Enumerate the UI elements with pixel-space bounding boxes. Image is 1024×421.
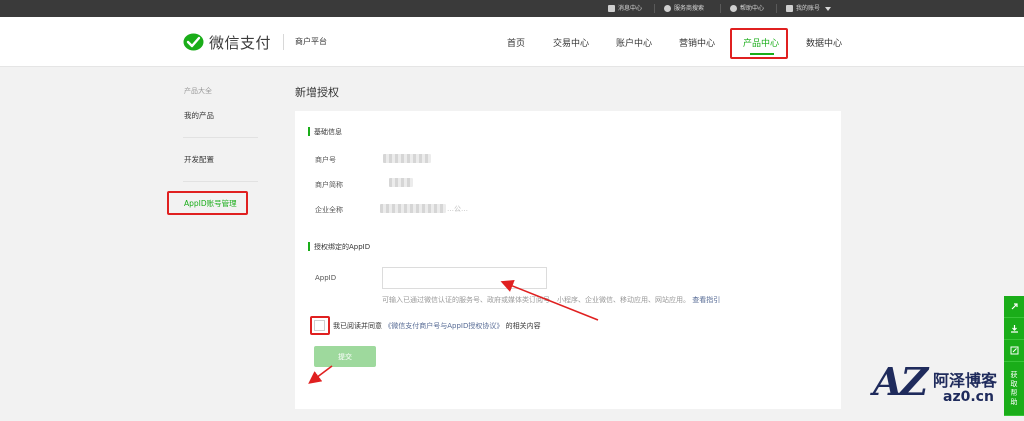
topbar-divider xyxy=(654,4,655,13)
sidebar-title: 产品大全 xyxy=(184,87,212,95)
wechat-pay-icon xyxy=(183,33,204,51)
topbar-help-label: 帮助中心 xyxy=(740,5,765,12)
sidebar-item-my-products[interactable]: 我的产品 xyxy=(184,110,214,121)
download-icon xyxy=(1010,325,1018,333)
wechat-pay-logo[interactable]: 微信支付 xyxy=(183,32,271,53)
nav-data[interactable]: 数据中心 xyxy=(806,36,842,49)
nav-transactions[interactable]: 交易中心 xyxy=(553,36,589,49)
topbar-divider xyxy=(720,4,721,13)
topbar-provider-search[interactable]: 服务商搜索 xyxy=(664,0,704,17)
content-card xyxy=(295,111,841,409)
download-button[interactable] xyxy=(1004,318,1024,340)
watermark-name: 阿泽博客 xyxy=(933,371,998,390)
edit-button[interactable] xyxy=(1004,340,1024,362)
sidebar-item-dev-config[interactable]: 开发配置 xyxy=(184,154,214,165)
edit-icon xyxy=(1010,346,1018,355)
settings-icon xyxy=(664,5,671,12)
agreement-text: 我已阅读并同意 《微信支付商户号与AppID授权协议》 的相关内容 xyxy=(333,321,541,331)
field-label-merchant-short-name: 商户简称 xyxy=(315,181,343,189)
appid-input[interactable] xyxy=(382,267,547,289)
agreement-suffix: 的相关内容 xyxy=(505,322,541,330)
masked-value xyxy=(389,178,413,187)
mail-icon xyxy=(608,5,615,12)
topbar-help[interactable]: 帮助中心 xyxy=(730,0,764,17)
watermark: AZ 阿泽博客 az0.cn xyxy=(873,362,1013,412)
watermark-domain: az0.cn xyxy=(943,389,994,405)
field-label-merchant-id: 商户号 xyxy=(315,156,336,164)
platform-name: 商户平台 xyxy=(295,37,327,46)
topbar-account-label: 我的账号 xyxy=(796,5,821,12)
view-guide-link[interactable]: 查看指引 xyxy=(692,296,720,304)
chevron-down-icon xyxy=(825,6,832,11)
annotation-box-sidebar xyxy=(167,191,248,215)
nav-account[interactable]: 账户中心 xyxy=(616,36,652,49)
annotation-box-checkbox xyxy=(310,316,330,335)
appid-hint: 可输入已通过微信认证的服务号、政府或媒体类订阅号、小程序、企业微信、移动应用、网… xyxy=(382,295,720,305)
agreement-link[interactable]: 《微信支付商户号与AppID授权协议》 xyxy=(384,322,503,330)
agreement-prefix: 我已阅读并同意 xyxy=(333,322,382,330)
watermark-mark: AZ xyxy=(873,359,928,404)
masked-value xyxy=(383,154,431,163)
help-icon xyxy=(730,5,737,12)
top-utility-bar: 消息中心 服务商搜索 帮助中心 我的账号 xyxy=(0,0,1024,17)
sidebar-divider xyxy=(183,181,258,182)
appid-hint-text: 可输入已通过微信认证的服务号、政府或媒体类订阅号、小程序、企业微信、移动应用、网… xyxy=(382,296,690,304)
submit-button[interactable]: 提交 xyxy=(314,346,376,367)
user-icon xyxy=(786,5,793,12)
link-icon xyxy=(1011,303,1018,310)
topbar-messages-label: 消息中心 xyxy=(618,5,643,12)
section-title-appid: 授权绑定的AppID xyxy=(308,242,370,252)
topbar-messages[interactable]: 消息中心 xyxy=(608,0,642,17)
logo-text: 微信支付 xyxy=(209,34,272,52)
nav-marketing[interactable]: 营销中心 xyxy=(679,36,715,49)
topbar-provider-search-label: 服务商搜索 xyxy=(674,5,705,12)
field-label-company-name: 企业全称 xyxy=(315,206,343,214)
company-name-visible-part: …公… xyxy=(447,205,468,213)
section-title-basic: 基础信息 xyxy=(308,127,342,137)
nav-home[interactable]: 首页 xyxy=(507,36,525,49)
annotation-box-nav xyxy=(730,28,788,59)
sidebar-divider xyxy=(183,137,258,138)
masked-value xyxy=(380,204,446,213)
main-header: 微信支付 商户平台 首页 交易中心 账户中心 营销中心 产品中心 数据中心 xyxy=(0,17,1024,67)
header-divider xyxy=(283,34,284,50)
share-link-button[interactable] xyxy=(1004,296,1024,318)
page-title: 新增授权 xyxy=(295,86,339,99)
field-label-appid: AppID xyxy=(315,274,337,282)
topbar-divider xyxy=(776,4,777,13)
topbar-account[interactable]: 我的账号 xyxy=(786,0,832,17)
